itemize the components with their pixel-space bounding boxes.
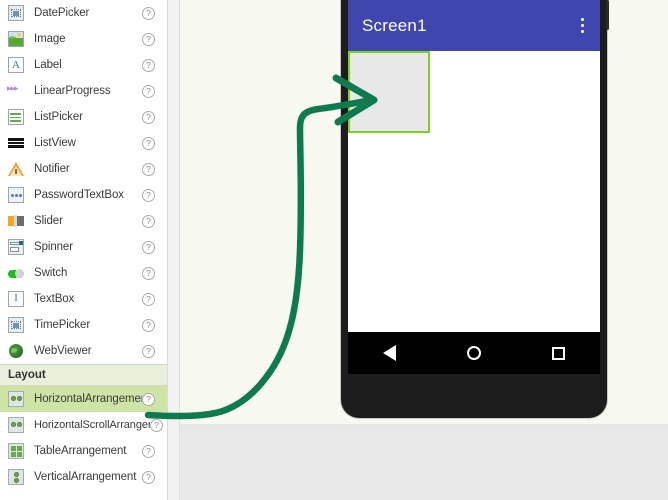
palette-item-label: Label xyxy=(34,59,62,71)
palette-section-label: Layout xyxy=(8,369,46,381)
label-icon: A xyxy=(8,57,24,73)
palette-item-slider[interactable]: Slider ? xyxy=(0,208,167,234)
recents-icon[interactable] xyxy=(551,346,565,360)
palette-item-webviewer[interactable]: WebViewer ? xyxy=(0,338,167,364)
help-icon[interactable]: ? xyxy=(142,240,155,254)
palette-item-label: TableArrangement xyxy=(34,445,127,457)
screen-title: Screen1 xyxy=(362,15,427,35)
palette-item-tablearrangement[interactable]: TableArrangement ? xyxy=(0,438,167,464)
spinner-icon xyxy=(8,239,24,255)
help-icon[interactable]: ? xyxy=(142,292,155,306)
palette-item-notifier[interactable]: Notifier ? xyxy=(0,156,167,182)
table-arrangement-icon xyxy=(8,443,24,459)
password-textbox-icon xyxy=(8,187,24,203)
textbox-icon: I xyxy=(8,291,24,307)
help-icon[interactable]: ? xyxy=(150,418,163,432)
overflow-menu-icon[interactable] xyxy=(574,15,590,37)
help-icon[interactable]: ? xyxy=(142,188,155,202)
palette-scrollbar[interactable] xyxy=(168,0,180,500)
palette-section-layout[interactable]: Layout xyxy=(0,364,167,386)
help-icon[interactable]: ? xyxy=(142,136,155,150)
notifier-icon xyxy=(8,161,24,177)
help-icon[interactable]: ? xyxy=(142,32,155,46)
help-icon[interactable]: ? xyxy=(142,318,155,332)
palette-item-verticalarrangement[interactable]: VerticalArrangement ? xyxy=(0,464,167,490)
horizontal-scroll-arrangement-icon xyxy=(8,417,24,433)
palette-item-label: HorizontalArrangement xyxy=(34,393,142,405)
palette-item-datepicker[interactable]: DatePicker ? xyxy=(0,0,167,26)
palette-item-listpicker[interactable]: ListPicker ? xyxy=(0,104,167,130)
slider-icon xyxy=(8,213,24,229)
palette-item-horizontalscrollarrangement[interactable]: HorizontalScrollArrangement ? xyxy=(0,412,167,438)
help-icon[interactable]: ? xyxy=(142,214,155,228)
listpicker-icon xyxy=(8,109,24,125)
palette-item-label: PasswordTextBox xyxy=(34,189,124,201)
screen-titlebar: Screen1 xyxy=(348,0,600,51)
webviewer-icon xyxy=(8,343,24,359)
help-icon[interactable]: ? xyxy=(142,110,155,124)
horizontal-arrangement-component[interactable] xyxy=(348,51,430,133)
image-icon xyxy=(8,31,24,47)
palette-item-image[interactable]: Image ? xyxy=(0,26,167,52)
help-icon[interactable]: ? xyxy=(142,162,155,176)
palette-item-switch[interactable]: Switch ? xyxy=(0,260,167,286)
palette-item-timepicker[interactable]: TimePicker ? xyxy=(0,312,167,338)
help-icon[interactable]: ? xyxy=(142,6,155,20)
back-icon[interactable] xyxy=(383,345,397,361)
palette-item-listview[interactable]: ListView ? xyxy=(0,130,167,156)
phone-mockup: Screen1 xyxy=(341,0,609,418)
help-icon[interactable]: ? xyxy=(142,84,155,98)
palette-item-horizontalarrangement[interactable]: HorizontalArrangement ? xyxy=(0,386,167,412)
android-navbar xyxy=(348,332,600,374)
palette-item-label: ListPicker xyxy=(34,111,83,123)
vertical-arrangement-icon xyxy=(8,469,24,485)
palette-item-label: Notifier xyxy=(34,163,70,175)
help-icon[interactable]: ? xyxy=(142,266,155,280)
palette-item-label: HorizontalScrollArrangement xyxy=(34,419,150,431)
help-icon[interactable]: ? xyxy=(142,470,155,484)
help-icon[interactable]: ? xyxy=(142,392,155,406)
palette-item-label: DatePicker xyxy=(34,7,90,19)
palette-item-label: Switch xyxy=(34,267,68,279)
palette-item-label: Image xyxy=(34,33,66,45)
palette-item-label: Spinner xyxy=(34,241,73,253)
palette-item-linearprogress[interactable]: LinearProgress ? xyxy=(0,78,167,104)
help-icon[interactable]: ? xyxy=(142,58,155,72)
palette-item-label-comp[interactable]: A Label ? xyxy=(0,52,167,78)
palette-item-label: WebViewer xyxy=(34,345,92,357)
help-icon[interactable]: ? xyxy=(142,344,155,358)
palette-item-label: TextBox xyxy=(34,293,75,305)
viewer-lower-area xyxy=(180,424,668,500)
palette-item-spinner[interactable]: Spinner ? xyxy=(0,234,167,260)
listview-icon xyxy=(8,135,24,151)
horizontal-arrangement-icon xyxy=(8,391,24,407)
palette-item-label: TimePicker xyxy=(34,319,91,331)
palette-item-label: ListView xyxy=(34,137,76,149)
palette-item-label: Slider xyxy=(34,215,63,227)
datepicker-icon xyxy=(8,5,24,21)
palette-panel: DatePicker ? Image ? A Label ? LinearPr xyxy=(0,0,167,500)
help-icon[interactable]: ? xyxy=(142,444,155,458)
power-button-icon xyxy=(606,0,609,30)
linear-progress-icon xyxy=(7,83,24,99)
timepicker-icon xyxy=(8,317,24,333)
switch-icon xyxy=(8,265,24,281)
app-root: DatePicker ? Image ? A Label ? LinearPr xyxy=(0,0,668,500)
palette-item-passwordtextbox[interactable]: PasswordTextBox ? xyxy=(0,182,167,208)
palette-item-label: VerticalArrangement xyxy=(34,471,137,483)
home-icon[interactable] xyxy=(466,346,481,360)
palette-item-label: LinearProgress xyxy=(34,85,111,97)
phone-screen[interactable]: Screen1 xyxy=(348,0,600,374)
palette-item-textbox[interactable]: I TextBox ? xyxy=(0,286,167,312)
